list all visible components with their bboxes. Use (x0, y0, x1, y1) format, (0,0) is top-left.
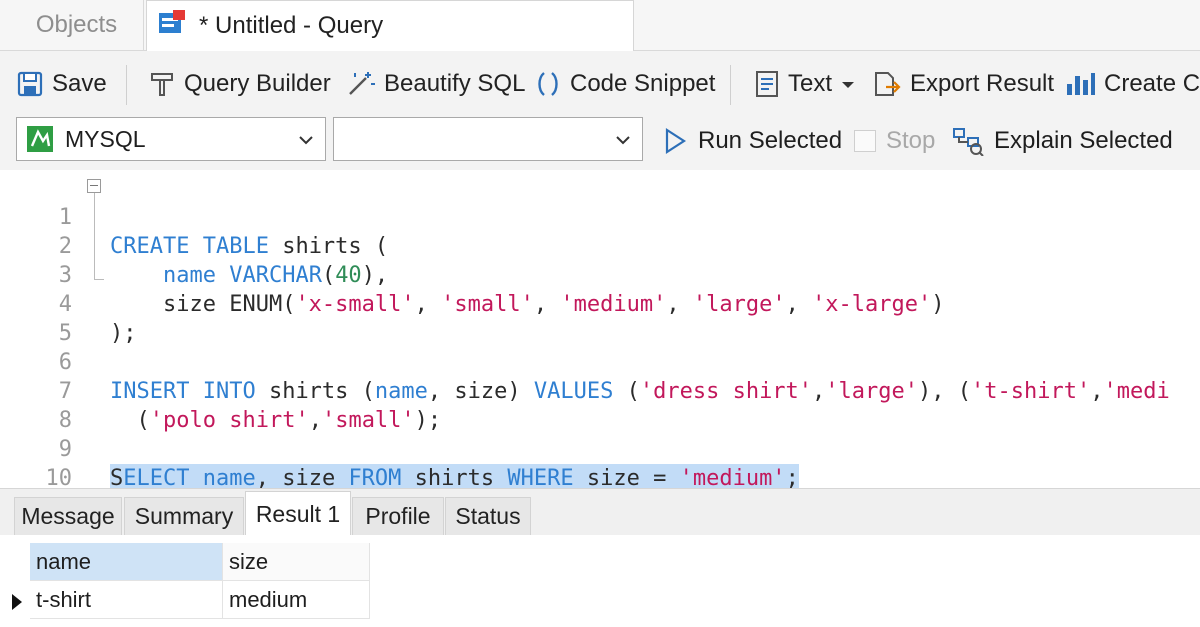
dropdown-arrow-icon[interactable] (838, 70, 858, 98)
tab-profile[interactable]: Profile (352, 497, 444, 535)
chart-icon (1067, 73, 1095, 95)
save-button[interactable]: Save (16, 51, 107, 117)
sql-text: ; (785, 466, 799, 488)
sql-text: size = (573, 466, 680, 488)
tab-summary[interactable]: Summary (124, 497, 244, 535)
text-mode-label: Text (788, 70, 833, 97)
explain-selected-button[interactable]: Explain Selected (952, 117, 1173, 165)
text-icon (756, 71, 778, 97)
tab-result-1[interactable]: Result 1 (245, 491, 351, 536)
sql-text: shirts (401, 466, 508, 488)
stop-label: Stop (886, 127, 936, 154)
document-tab-strip: Objects * Untitled - Query (0, 0, 1200, 51)
query-tab-icon (155, 9, 189, 44)
connection-select[interactable]: MYSQL (16, 117, 326, 161)
database-select[interactable] (333, 117, 643, 161)
code-line: 2 name VARCHAR(40), (0, 203, 1200, 288)
sql-keyword: ELECT (123, 466, 190, 488)
text-mode-button[interactable]: Text (754, 51, 866, 117)
code-line: 5 (0, 290, 1200, 346)
sql-keyword: WHERE (507, 466, 574, 488)
column-header-name[interactable]: name (30, 543, 223, 581)
run-selected-label: Run Selected (698, 127, 843, 154)
code-snippet-icon (538, 72, 558, 96)
column-header-size[interactable]: size (223, 543, 370, 581)
sql-text: , size (255, 466, 349, 488)
sql-text: S (110, 466, 124, 488)
fold-guide-end (94, 279, 104, 280)
explain-icon (953, 128, 984, 156)
create-chart-label: Create Ch (1104, 70, 1200, 97)
code-snippet-button[interactable]: Code Snippet (534, 51, 715, 117)
fold-guide (94, 193, 95, 279)
sql-keyword: FROM (348, 466, 402, 488)
tab-query[interactable]: * Untitled - Query (146, 0, 634, 51)
tab-query-label: * Untitled - Query (199, 12, 384, 39)
tab-profile-label: Profile (365, 503, 431, 529)
sql-string: 'medium' (679, 466, 786, 488)
tab-summary-label: Summary (134, 503, 234, 529)
tab-objects[interactable]: Objects (10, 0, 144, 50)
create-chart-button[interactable]: Create Ch (1064, 51, 1200, 117)
code-snippet-label: Code Snippet (570, 70, 716, 97)
code-line-selected: 9 SELECT name, size FROM shirts WHERE si… (0, 406, 1200, 488)
code-line: 8 (0, 377, 1200, 433)
selected-sql-text: SELECT name, size FROM shirts WHERE size… (110, 464, 799, 488)
result-tab-bar: Message Summary Result 1 Profile Status (0, 488, 1200, 536)
export-result-label: Export Result (910, 70, 1055, 97)
toolbar-divider (730, 65, 731, 105)
tab-objects-label: Objects (35, 11, 118, 38)
query-builder-label: Query Builder (184, 70, 331, 97)
toolbar-divider (126, 65, 127, 105)
table-cell[interactable]: t-shirt (30, 581, 223, 619)
code-line: 10 (0, 435, 1200, 488)
beautify-icon (349, 72, 375, 95)
export-icon (875, 72, 901, 96)
tab-status[interactable]: Status (445, 497, 531, 535)
tab-message-label: Message (21, 503, 115, 529)
cell-value: medium (229, 586, 308, 612)
fold-toggle[interactable] (87, 179, 101, 193)
tab-status-label: Status (455, 503, 521, 529)
connection-bar: MYSQL Run Selected Stop Explain Selected (0, 117, 1200, 167)
sql-keyword: name (202, 466, 256, 488)
explain-selected-label: Explain Selected (994, 127, 1173, 154)
connection-select-value: MYSQL (65, 125, 146, 152)
code-line: 1 CREATE TABLE shirts ( (0, 174, 1200, 259)
sql-editor[interactable]: 1 CREATE TABLE shirts ( 2 name VARCHAR(4… (0, 170, 1200, 488)
stop-button[interactable]: Stop (854, 117, 935, 165)
code-line: 7 ('polo shirt','small'); (0, 348, 1200, 433)
query-builder-button[interactable]: Query Builder (148, 51, 331, 117)
tab-message[interactable]: Message (14, 497, 122, 535)
beautify-sql-button[interactable]: Beautify SQL (346, 51, 525, 117)
query-builder-icon (151, 73, 173, 96)
code-line: 6 INSERT INTO shirts (name, size) VALUES… (0, 319, 1200, 404)
mysql-icon (27, 126, 53, 152)
row-pointer-icon (12, 594, 22, 610)
run-icon (665, 127, 687, 155)
save-icon (17, 71, 43, 97)
code-line: 4 ); (0, 261, 1200, 346)
run-selected-button[interactable]: Run Selected (662, 117, 842, 165)
chevron-down-icon (299, 136, 313, 145)
table-cell[interactable]: medium (223, 581, 370, 619)
stop-icon (854, 130, 876, 152)
cell-value: t-shirt (36, 586, 91, 612)
column-header-label: name (36, 548, 92, 574)
beautify-sql-label: Beautify SQL (384, 70, 526, 97)
column-header-label: size (229, 548, 269, 574)
result-grid: name size t-shirt medium (0, 535, 1200, 627)
line-number: 10 (45, 466, 73, 488)
chevron-down-icon (616, 136, 630, 145)
save-button-label: Save (52, 70, 107, 97)
tab-result-1-label: Result 1 (255, 500, 341, 527)
main-toolbar: Save Query Builder Beautify SQL Code Sni… (0, 51, 1200, 117)
code-line: 3 size ENUM('x-small', 'small', 'medium'… (0, 232, 1200, 317)
export-result-button[interactable]: Export Result (872, 51, 1054, 117)
